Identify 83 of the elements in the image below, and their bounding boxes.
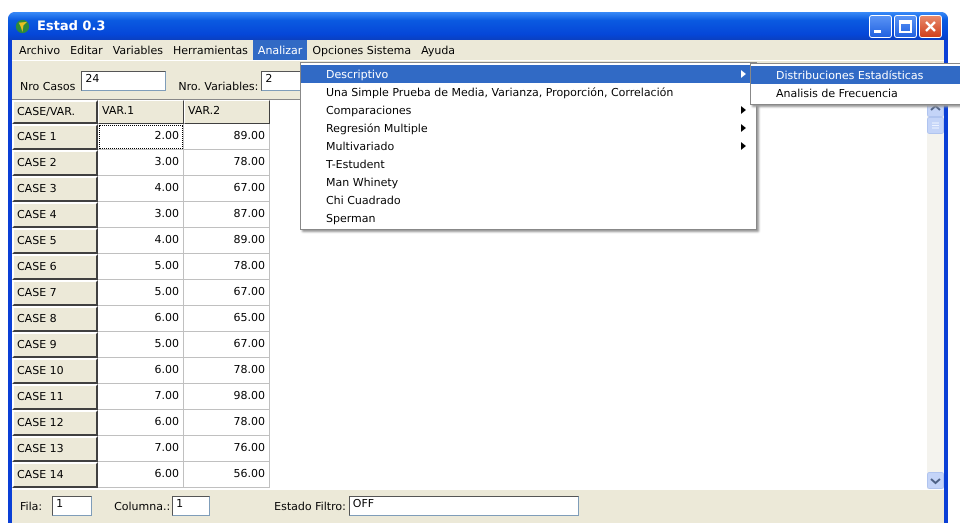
table-cell: 56.00 bbox=[184, 462, 270, 488]
table-cell: 67.00 bbox=[184, 332, 270, 358]
scroll-down-icon[interactable] bbox=[927, 472, 944, 489]
scroll-thumb-icon[interactable] bbox=[927, 117, 944, 134]
field-label: Nro. Variables: bbox=[178, 80, 258, 93]
menu-item[interactable]: Variables bbox=[108, 40, 168, 60]
window-title: Estad 0.3 bbox=[37, 18, 106, 34]
menu-option[interactable]: Distribuciones Estadísticas bbox=[751, 66, 960, 84]
table-cell: 4.00 bbox=[98, 228, 184, 254]
column-field[interactable]: 1 bbox=[172, 496, 210, 516]
table-cell: 65.00 bbox=[184, 306, 270, 332]
table-cell: 4.00 bbox=[98, 176, 184, 202]
row-header: CASE 2 bbox=[12, 150, 98, 176]
table-cell: 87.00 bbox=[184, 202, 270, 228]
table-cell: 6.00 bbox=[98, 358, 184, 384]
table-cell: 67.00 bbox=[184, 176, 270, 202]
filter-field[interactable]: OFF bbox=[348, 496, 579, 516]
table-cell: 78.00 bbox=[184, 410, 270, 436]
field-label: Estado Filtro: bbox=[274, 500, 346, 513]
menu-option[interactable]: Sperman bbox=[301, 209, 756, 227]
column-header: VAR.2 bbox=[184, 100, 270, 124]
menu-item[interactable]: Opciones Sistema bbox=[307, 40, 416, 60]
column-header: VAR.1 bbox=[98, 100, 184, 124]
table-cell: 3.00 bbox=[98, 202, 184, 228]
row-header: CASE 5 bbox=[12, 228, 98, 254]
row-header: CASE 12 bbox=[12, 410, 98, 436]
submenu-arrow-icon bbox=[741, 106, 746, 114]
menu-item[interactable]: Ayuda bbox=[416, 40, 460, 60]
row-header: CASE 3 bbox=[12, 176, 98, 202]
submenu-arrow-icon bbox=[741, 70, 746, 78]
table-cell: 78.00 bbox=[184, 150, 270, 176]
table-cell: 76.00 bbox=[184, 436, 270, 462]
row-header: CASE 10 bbox=[12, 358, 98, 384]
app-icon bbox=[14, 18, 31, 34]
table-cell: 78.00 bbox=[184, 254, 270, 280]
table-cell: 89.00 bbox=[184, 124, 270, 150]
table-cell: 7.00 bbox=[98, 436, 184, 462]
table-cell: 5.00 bbox=[98, 280, 184, 306]
field-label: Nro Casos bbox=[20, 80, 76, 93]
menu-item[interactable]: Herramientas bbox=[168, 40, 253, 60]
field-label: Fila: bbox=[20, 500, 42, 513]
row-header: CASE 7 bbox=[12, 280, 98, 306]
table-cell: 98.00 bbox=[184, 384, 270, 410]
table-cell: 3.00 bbox=[98, 150, 184, 176]
field-label: Columna.: bbox=[114, 500, 170, 513]
menu-option[interactable]: T-Estudent bbox=[301, 155, 756, 173]
minimize-icon bbox=[874, 30, 880, 32]
table-cell: 6.00 bbox=[98, 306, 184, 332]
table-cell: 89.00 bbox=[184, 228, 270, 254]
row-header: CASE 4 bbox=[12, 202, 98, 228]
row-header: CASE 14 bbox=[12, 462, 98, 488]
table-cell: 6.00 bbox=[98, 410, 184, 436]
maximize-button[interactable] bbox=[894, 14, 917, 38]
menu-item[interactable]: Editar bbox=[65, 40, 108, 60]
close-button[interactable] bbox=[919, 14, 942, 38]
table-cell: 7.00 bbox=[98, 384, 184, 410]
menu-option[interactable]: Man Whinety bbox=[301, 173, 756, 191]
menu-item[interactable]: Archivo bbox=[14, 40, 66, 60]
row-field[interactable]: 1 bbox=[52, 496, 92, 516]
submenu-arrow-icon bbox=[741, 124, 746, 132]
table-cell: 78.00 bbox=[184, 358, 270, 384]
minimize-button[interactable] bbox=[869, 14, 892, 38]
table-cell: 67.00 bbox=[184, 280, 270, 306]
menu-option[interactable]: Chi Cuadrado bbox=[301, 191, 756, 209]
variables-field[interactable]: 2 bbox=[261, 71, 302, 91]
table-cell: 5.00 bbox=[98, 254, 184, 280]
row-header: CASE 11 bbox=[12, 384, 98, 410]
menu-option[interactable]: Regresión Multiple bbox=[301, 119, 756, 137]
menu-option[interactable]: Comparaciones bbox=[301, 101, 756, 119]
column-header: CASE/VAR. bbox=[12, 100, 98, 124]
table-cell: 2.00 bbox=[98, 124, 184, 150]
table-cell: 5.00 bbox=[98, 332, 184, 358]
submenu-arrow-icon bbox=[741, 142, 746, 150]
row-header: CASE 8 bbox=[12, 306, 98, 332]
row-header: CASE 1 bbox=[12, 124, 98, 150]
table-cell: 6.00 bbox=[98, 462, 184, 488]
menu-option[interactable]: Multivariado bbox=[301, 137, 756, 155]
menu-item[interactable]: Analizar bbox=[252, 40, 308, 60]
menu-option[interactable]: Analisis de Frecuencia bbox=[751, 84, 960, 102]
row-header: CASE 13 bbox=[12, 436, 98, 462]
row-header: CASE 6 bbox=[12, 254, 98, 280]
row-header: CASE 9 bbox=[12, 332, 98, 358]
cases-field[interactable]: 24 bbox=[81, 71, 166, 91]
